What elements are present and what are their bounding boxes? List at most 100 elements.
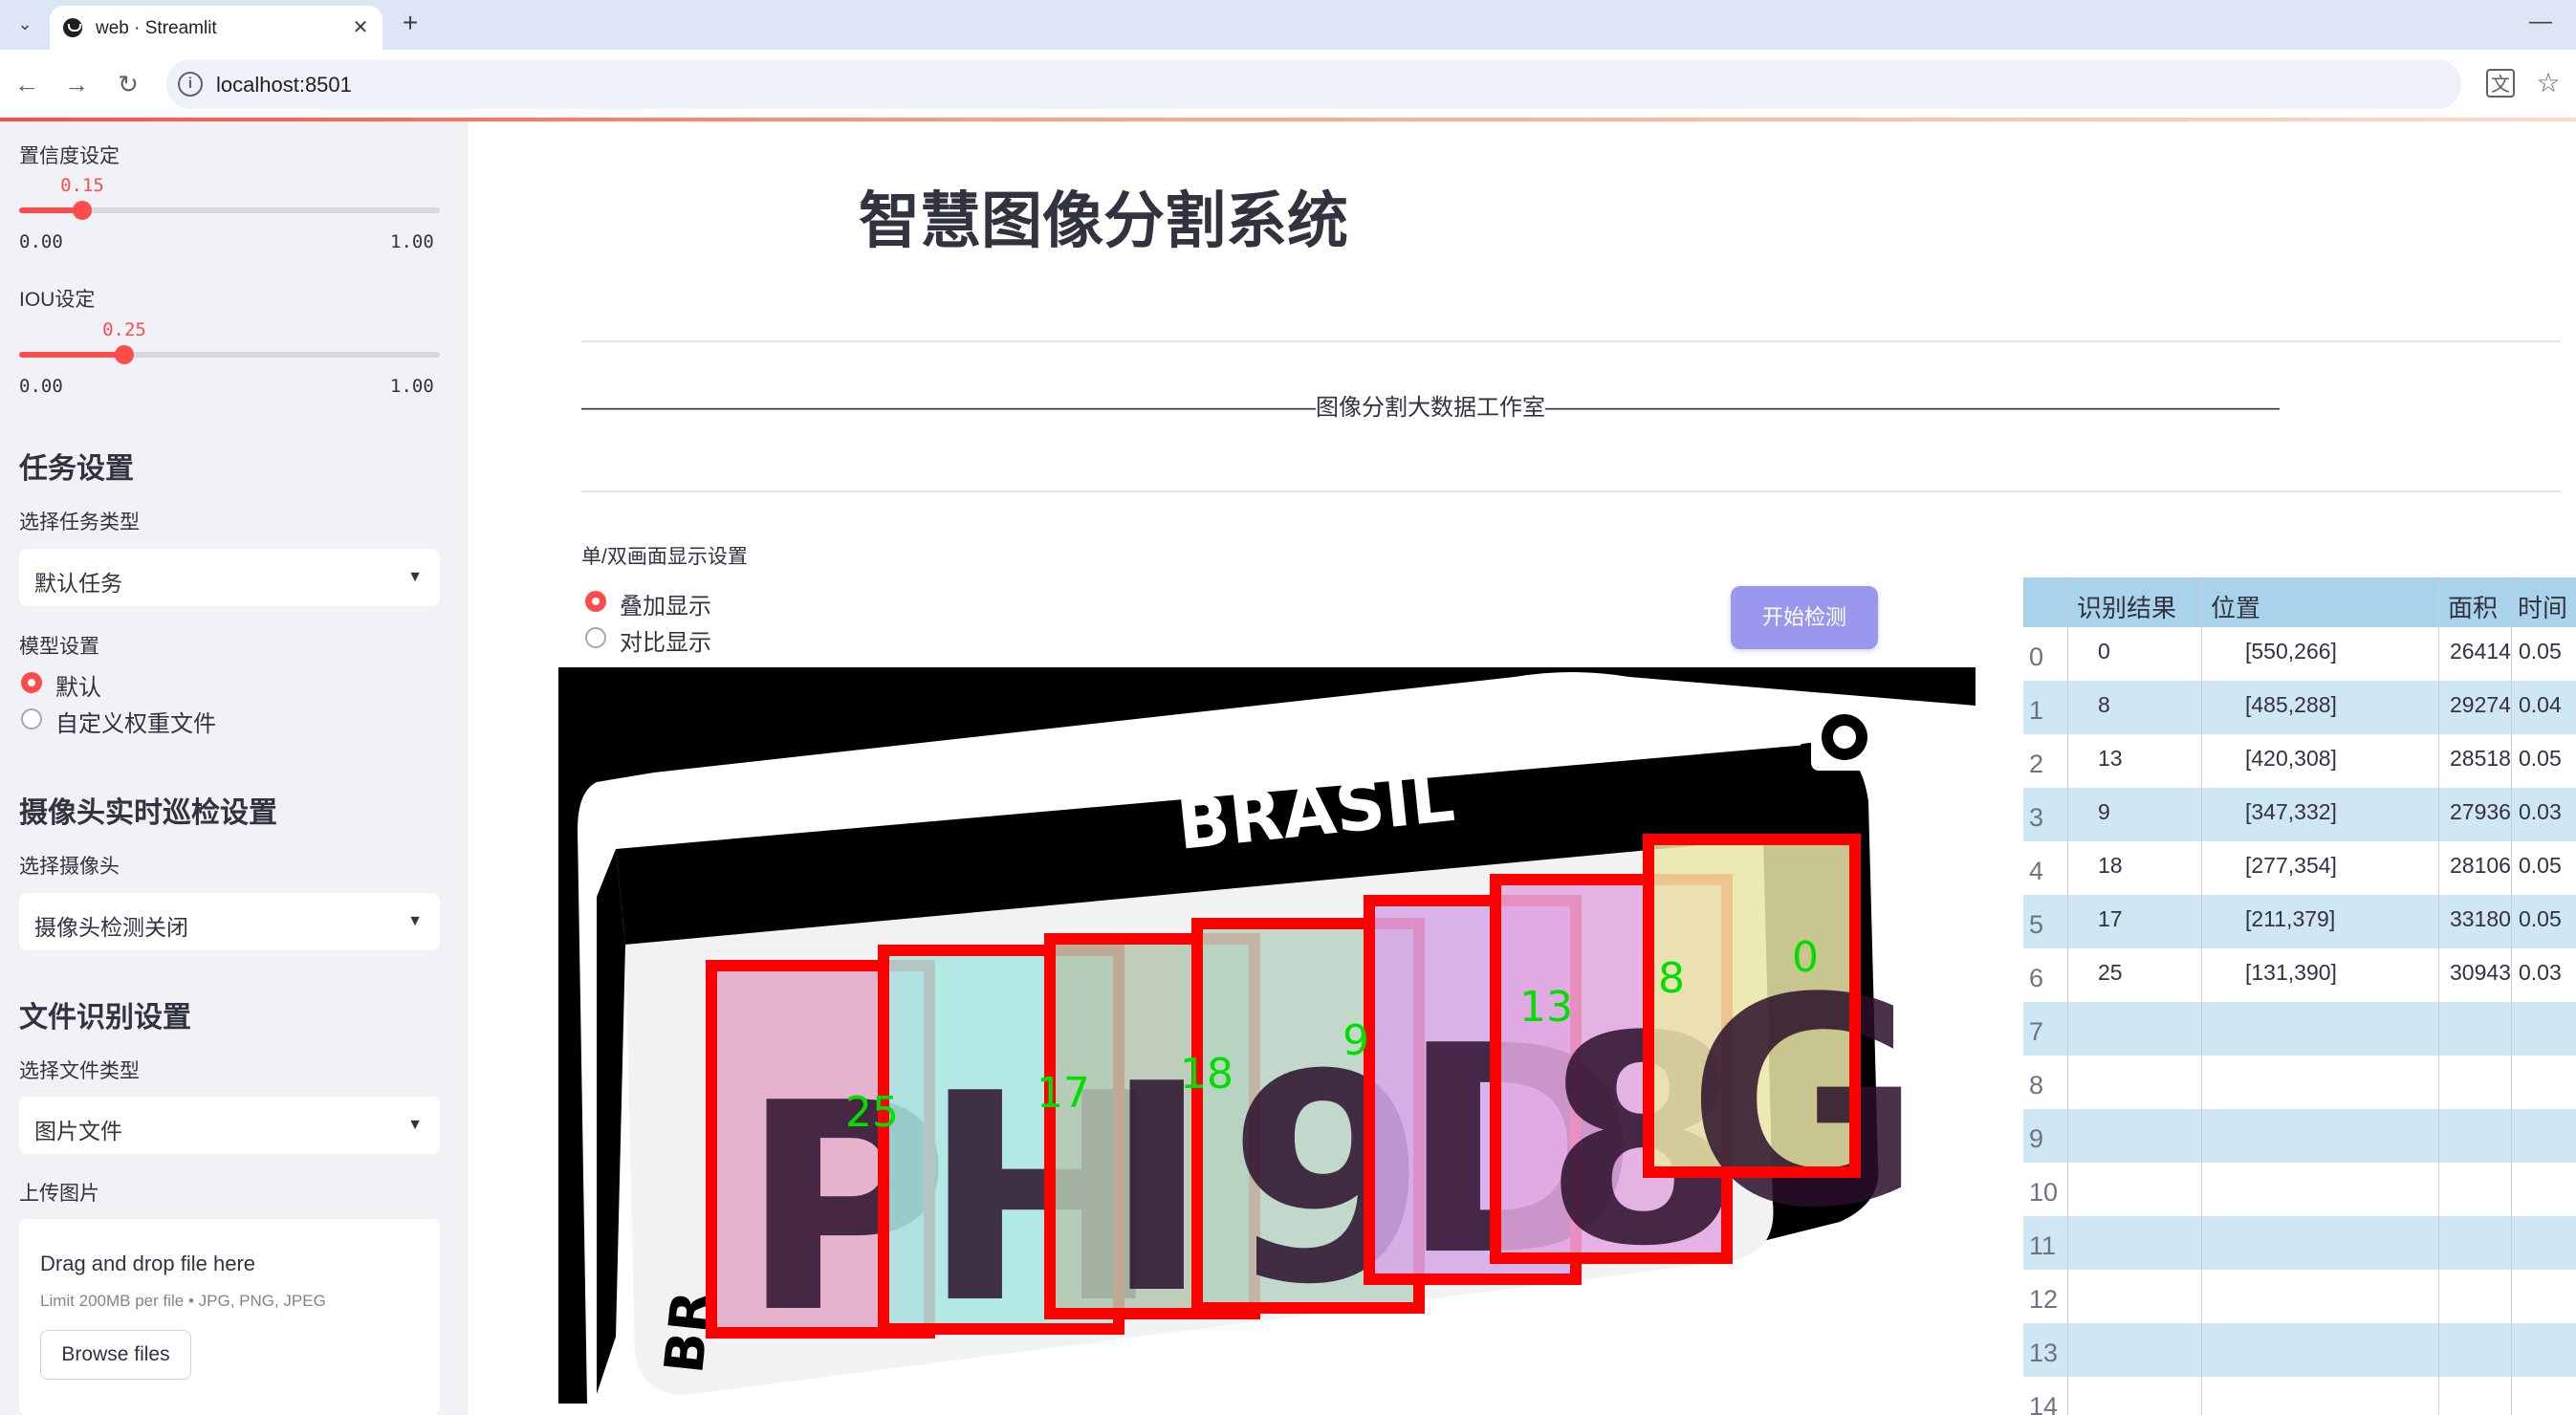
start-detection-button[interactable]: 开始检测 bbox=[1731, 586, 1878, 649]
browser-address-bar: ← → ↻ i localhost:8501 文 ☆ bbox=[0, 50, 2576, 119]
chevron-down-icon: ▼ bbox=[407, 569, 423, 585]
cell-result: 17 bbox=[2098, 906, 2123, 931]
row-index: 4 bbox=[2029, 857, 2044, 885]
reload-icon[interactable]: ↻ bbox=[109, 65, 147, 103]
iou-slider-fill bbox=[19, 352, 124, 358]
upload-label: 上传图片 bbox=[19, 1183, 99, 1205]
confidence-slider-thumb[interactable] bbox=[73, 201, 92, 220]
table-row[interactable]: 1 8 [485,288] 29274 0.04 bbox=[2023, 681, 2576, 734]
radio-unselected-icon bbox=[21, 708, 42, 729]
chevron-down-icon: ▼ bbox=[407, 1117, 423, 1133]
task-type-select[interactable]: 默认任务 ▼ bbox=[19, 549, 440, 606]
cell-position: [485,288] bbox=[2245, 692, 2337, 717]
tab-search-icon[interactable]: ⌄ bbox=[10, 9, 40, 39]
studio-banner: ————————————————————————————————图像分割大数据工… bbox=[581, 395, 2280, 421]
row-index: 13 bbox=[2029, 1339, 2059, 1367]
back-arrow-icon[interactable]: ← bbox=[8, 65, 46, 103]
detection-label: 18 bbox=[1180, 1050, 1233, 1099]
table-row[interactable]: 13 bbox=[2023, 1323, 2576, 1377]
iou-slider-thumb[interactable] bbox=[115, 345, 134, 364]
cell-result: 18 bbox=[2098, 853, 2123, 878]
site-info-icon[interactable]: i bbox=[178, 72, 203, 97]
iou-slider-min: 0.00 bbox=[19, 376, 63, 397]
divider bbox=[581, 490, 2561, 492]
cell-time: 0.05 bbox=[2519, 853, 2562, 878]
row-index: 0 bbox=[2029, 642, 2044, 671]
url-text[interactable]: localhost:8501 bbox=[216, 73, 352, 98]
segmentation-result-image: BRASIL BR PHI9D8G25171891380 bbox=[558, 667, 1976, 1404]
cell-result: 25 bbox=[2098, 960, 2123, 985]
dropzone-limit: Limit 200MB per file • JPG, PNG, JPEG bbox=[40, 1292, 326, 1310]
column-header-result[interactable]: 识别结果 bbox=[2077, 589, 2176, 624]
confidence-slider[interactable] bbox=[19, 201, 440, 220]
bookmark-star-icon[interactable]: ☆ bbox=[2532, 67, 2565, 99]
result-image-svg: BRASIL BR PHI9D8G25171891380 bbox=[558, 667, 1976, 1404]
table-row[interactable]: 8 bbox=[2023, 1056, 2576, 1109]
cell-area: 28518 bbox=[2450, 746, 2511, 771]
radio-selected-icon bbox=[585, 591, 606, 612]
column-divider bbox=[2067, 577, 2068, 1415]
row-index: 6 bbox=[2029, 964, 2044, 992]
camera-select[interactable]: 摄像头检测关闭 ▼ bbox=[19, 893, 440, 950]
cell-position: [277,354] bbox=[2245, 853, 2337, 878]
browser-tab[interactable]: web · Streamlit ✕ bbox=[50, 6, 382, 50]
table-row[interactable]: 4 18 [277,354] 28106 0.05 bbox=[2023, 841, 2576, 895]
translate-icon[interactable]: 文 bbox=[2486, 69, 2515, 98]
cell-result: 9 bbox=[2098, 799, 2110, 824]
tab-title: web · Streamlit bbox=[96, 18, 217, 38]
table-row[interactable]: 12 bbox=[2023, 1270, 2576, 1323]
sidebar: 置信度设定 0.15 0.00 1.00 IOU设定 0.25 0.00 1.0… bbox=[0, 121, 469, 1415]
cell-area: 26414 bbox=[2450, 639, 2511, 664]
table-row[interactable]: 9 bbox=[2023, 1109, 2576, 1163]
row-index: 7 bbox=[2029, 1017, 2044, 1046]
browse-files-button[interactable]: Browse files bbox=[40, 1330, 191, 1380]
iou-slider-value: 0.25 bbox=[102, 319, 146, 340]
table-row[interactable]: 14 bbox=[2023, 1377, 2576, 1415]
emblem-icon bbox=[1811, 704, 1878, 771]
radio-selected-icon bbox=[21, 672, 42, 693]
results-table[interactable]: 识别结果 位置 面积 时间 0 0 [550,266] 26414 0.05 1 8 [485… bbox=[2023, 577, 2576, 1415]
table-row[interactable]: 6 25 [131,390] 30943 0.03 bbox=[2023, 948, 2576, 1002]
row-index: 5 bbox=[2029, 910, 2044, 939]
table-row[interactable]: 0 0 [550,266] 26414 0.05 bbox=[2023, 627, 2576, 681]
confidence-slider-label: 置信度设定 bbox=[19, 145, 120, 167]
column-header-time[interactable]: 时间 bbox=[2518, 589, 2567, 624]
task-type-value: 默认任务 bbox=[34, 571, 122, 596]
table-row[interactable]: 2 13 [420,308] 28518 0.05 bbox=[2023, 734, 2576, 788]
cell-position: [347,332] bbox=[2245, 799, 2337, 824]
table-row[interactable]: 7 bbox=[2023, 1002, 2576, 1056]
file-type-select[interactable]: 图片文件 ▼ bbox=[19, 1097, 440, 1154]
close-tab-icon[interactable]: ✕ bbox=[346, 13, 375, 42]
table-row[interactable]: 5 17 [211,379] 33180 0.05 bbox=[2023, 895, 2576, 948]
new-tab-icon[interactable]: + bbox=[394, 8, 426, 40]
model-radio-custom-label: 自定义权重文件 bbox=[55, 711, 216, 737]
plate-character: G bbox=[1687, 937, 1922, 1271]
row-index: 2 bbox=[2029, 750, 2044, 778]
detection-label: 13 bbox=[1519, 983, 1573, 1032]
table-row[interactable]: 10 bbox=[2023, 1163, 2576, 1216]
display-mode-label: 单/双画面显示设置 bbox=[581, 546, 748, 568]
detection-label: 0 bbox=[1792, 933, 1819, 982]
forward-arrow-icon[interactable]: → bbox=[57, 65, 96, 103]
column-header-area[interactable]: 面积 bbox=[2448, 589, 2498, 624]
row-index: 9 bbox=[2029, 1124, 2044, 1153]
page-title: 智慧图像分割系统 bbox=[859, 186, 1348, 255]
task-settings-header: 任务设置 bbox=[19, 453, 134, 485]
camera-select-label: 选择摄像头 bbox=[19, 856, 120, 878]
url-input[interactable]: i localhost:8501 bbox=[166, 59, 2461, 109]
file-dropzone[interactable]: Drag and drop file here Limit 200MB per … bbox=[19, 1219, 440, 1415]
dropzone-title: Drag and drop file here bbox=[40, 1252, 256, 1275]
column-divider bbox=[2511, 577, 2512, 1415]
row-index: 10 bbox=[2029, 1178, 2059, 1207]
table-row[interactable]: 3 9 [347,332] 27936 0.03 bbox=[2023, 788, 2576, 841]
minimize-window-icon[interactable]: — bbox=[2524, 8, 2557, 40]
detection-label: 8 bbox=[1658, 954, 1685, 1003]
task-type-label: 选择任务类型 bbox=[19, 512, 140, 533]
iou-slider[interactable] bbox=[19, 345, 440, 364]
detection-label: 9 bbox=[1343, 1016, 1369, 1065]
column-header-position[interactable]: 位置 bbox=[2211, 589, 2260, 624]
iou-slider-max: 1.00 bbox=[390, 376, 434, 397]
table-row[interactable]: 11 bbox=[2023, 1216, 2576, 1270]
camera-settings-header: 摄像头实时巡检设置 bbox=[19, 797, 277, 829]
cell-result: 8 bbox=[2098, 692, 2110, 717]
